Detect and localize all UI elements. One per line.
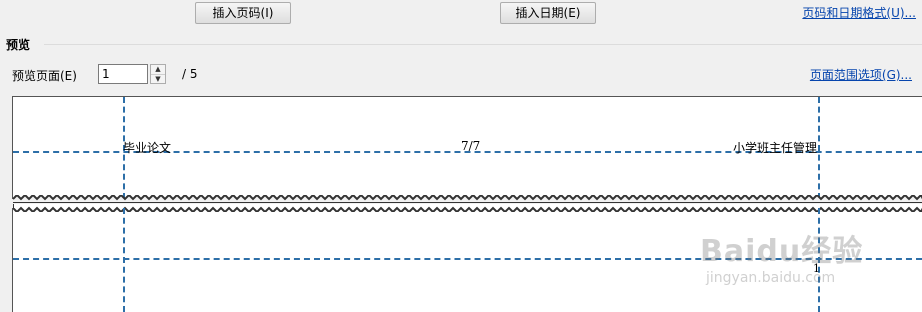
- header-left-text: 毕业论文: [123, 141, 172, 155]
- page-range-options-link[interactable]: 页面范围选项(G)...: [810, 66, 912, 83]
- insert-date-button[interactable]: 插入日期(E): [500, 2, 596, 24]
- preview-page-input[interactable]: [98, 64, 148, 84]
- page-total-label: / 5: [182, 67, 198, 81]
- left-margin-guide: [123, 208, 125, 312]
- watermark-logo-text: Baidu经验: [700, 234, 864, 269]
- baidu-watermark: Baidu经验 jingyan.baidu.com: [700, 226, 863, 286]
- header-center-text: 7/7: [461, 139, 481, 153]
- preview-page-label: 预览页面(E): [12, 69, 77, 83]
- header-right-text: 小学班主任管理: [733, 141, 818, 155]
- right-margin-guide: [818, 97, 820, 199]
- section-divider: [44, 44, 922, 45]
- page-break-edge-top: [13, 204, 922, 212]
- page-date-format-link[interactable]: 页码和日期格式(U)...: [802, 4, 916, 21]
- page-spinner[interactable]: ▲ ▼: [150, 64, 166, 84]
- spin-up-icon[interactable]: ▲: [151, 65, 165, 75]
- spin-down-icon[interactable]: ▼: [151, 75, 165, 84]
- page-break-edge: [13, 195, 922, 203]
- preview-page-1: 毕业论文 7/7 小学班主任管理: [12, 96, 922, 203]
- preview-section-title: 预览: [6, 38, 31, 52]
- watermark-url: jingyan.baidu.com: [706, 270, 836, 286]
- insert-page-number-button[interactable]: 插入页码(I): [195, 2, 291, 24]
